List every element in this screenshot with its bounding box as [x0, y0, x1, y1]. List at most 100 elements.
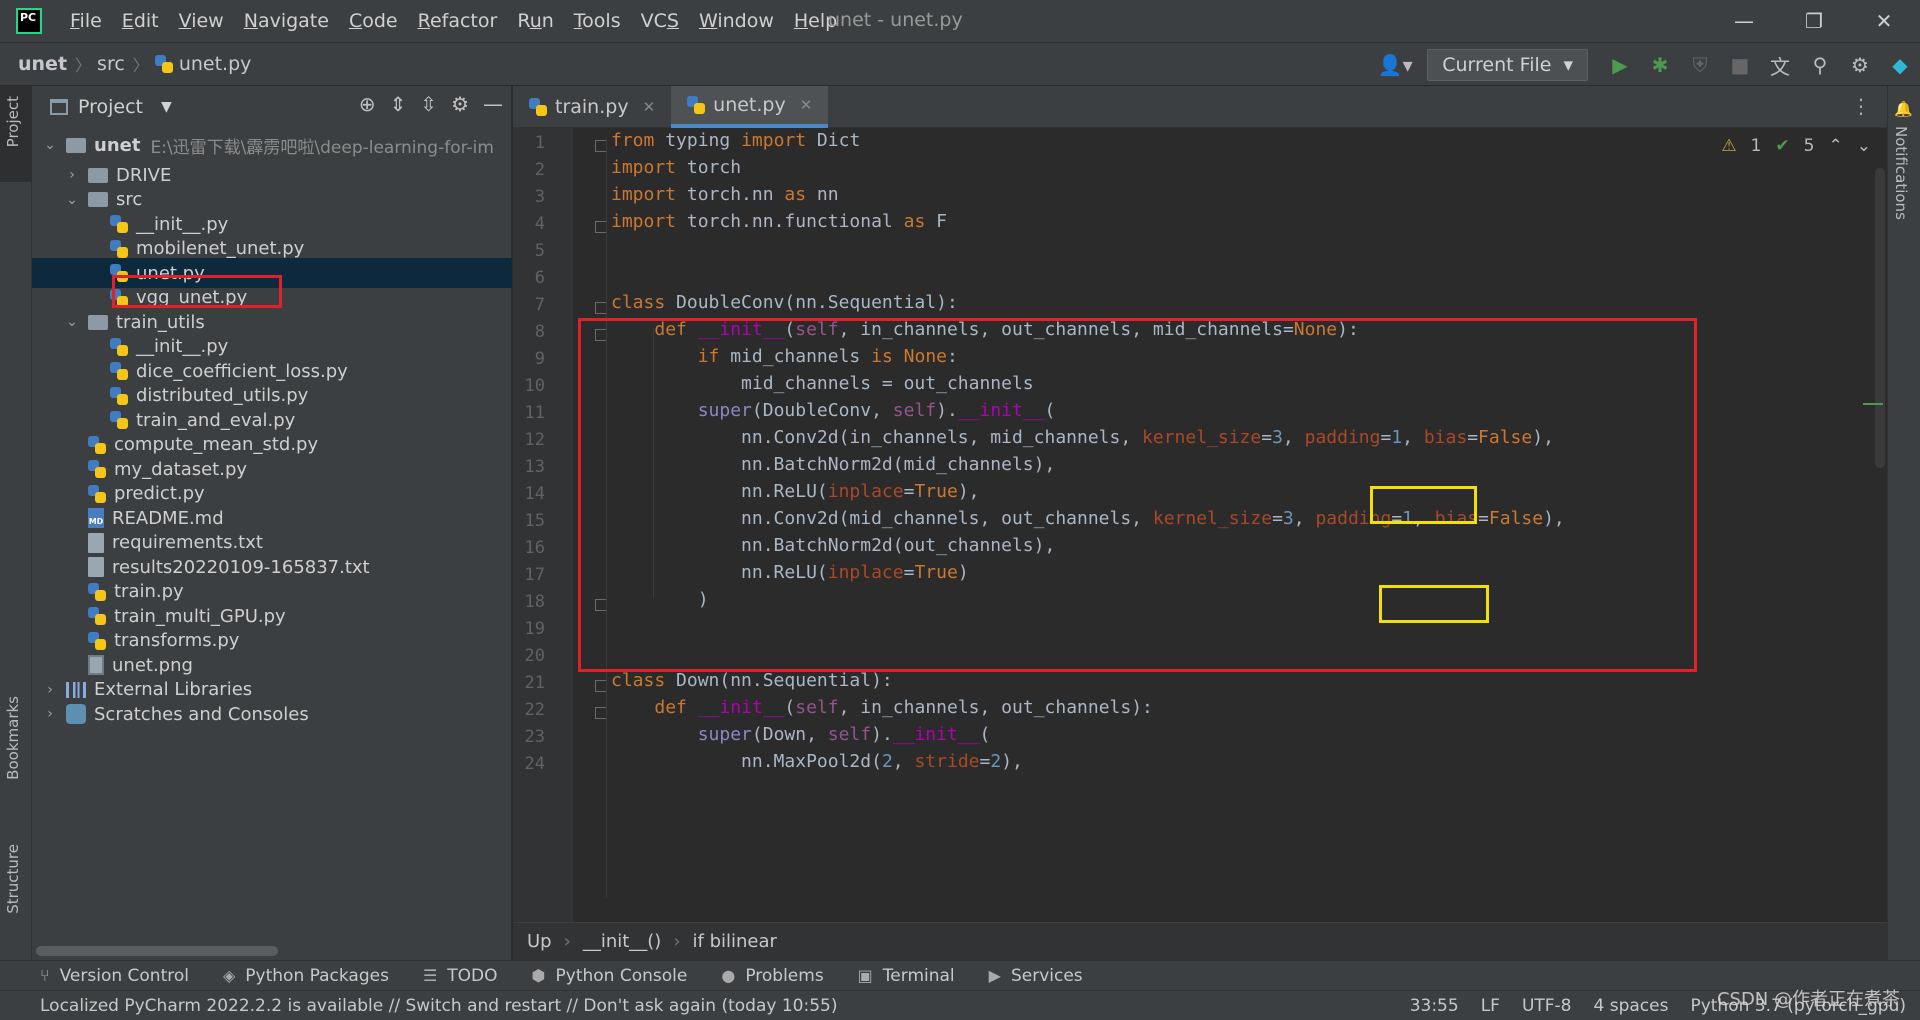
jetbrains-update-icon[interactable]: ◆ — [1880, 45, 1920, 85]
menu-item-4[interactable]: Code — [339, 10, 408, 32]
tool-window-version-control[interactable]: ⑂ Version Control — [40, 966, 189, 986]
code-line[interactable]: nn.MaxPool2d(2, stride=2), — [611, 745, 1023, 778]
line-number: 13 — [524, 457, 545, 477]
caret-position[interactable]: 33:55 — [1410, 996, 1459, 1016]
python-file-icon — [88, 582, 106, 601]
chevron-right-icon[interactable]: › — [42, 706, 58, 722]
menu-item-2[interactable]: View — [169, 10, 234, 32]
notifications-tool-button[interactable]: Notifications — [1892, 126, 1910, 220]
prev-highlight-icon[interactable]: ⌃ — [1829, 136, 1843, 156]
menu-item-6[interactable]: Run — [507, 10, 563, 32]
collapse-all-icon[interactable]: ⇳ — [420, 92, 437, 116]
close-tab-icon[interactable]: ✕ — [643, 98, 656, 116]
next-highlight-icon[interactable]: ⌄ — [1857, 136, 1871, 156]
restore-icon[interactable]: ❐ — [1786, 6, 1842, 36]
navigation-bar: unet 〉 src 〉 unet.py 👤▾ Current File ▾ ▶… — [0, 42, 1920, 86]
code-line[interactable]: import torch.nn.functional as F — [611, 205, 947, 238]
menu-item-9[interactable]: Window — [689, 10, 784, 32]
highlight-padding-first — [1370, 486, 1477, 524]
tool-window-problems[interactable]: ● Problems — [721, 966, 823, 986]
stop-icon[interactable]: ■ — [1720, 45, 1760, 85]
tool-window-label: Terminal — [882, 965, 955, 986]
run-icon[interactable]: ▶ — [1600, 45, 1640, 85]
close-icon[interactable]: ✕ — [1856, 6, 1912, 36]
expand-all-icon[interactable]: ⇕ — [390, 92, 407, 116]
image-file-icon — [88, 655, 104, 675]
tool-window-todo[interactable]: ☰ TODO — [423, 966, 498, 986]
python-file-icon — [88, 631, 106, 650]
tree-item-label: mobilenet_unet.py — [136, 238, 305, 259]
menu-bar: PC File Edit View Navigate Code Refactor Run To… — [0, 0, 1920, 42]
horizontal-scrollbar[interactable] — [36, 946, 278, 956]
tab-label: train.py — [555, 96, 629, 118]
code-crumb-class[interactable]: Up — [527, 931, 552, 952]
pycharm-logo-icon: PC — [16, 8, 42, 34]
markdown-file-icon: MD — [88, 508, 104, 528]
tree-item[interactable]: › Scratches and Consoles — [32, 699, 512, 729]
translate-icon[interactable]: 文 — [1760, 45, 1800, 85]
text-file-icon — [88, 532, 104, 553]
project-tool-button[interactable]: Project — [4, 96, 22, 147]
python-file-icon — [110, 215, 128, 233]
highlight-unet-file — [112, 275, 282, 308]
debug-icon[interactable]: ✱ — [1640, 45, 1680, 85]
bookmarks-tool-button[interactable]: Bookmarks — [4, 696, 22, 780]
vertical-scrollbar[interactable] — [1875, 168, 1885, 468]
right-tool-strip: 🔔 Notifications — [1887, 86, 1920, 986]
tool-window-icon: ⬢ — [531, 966, 546, 985]
breadcrumb-project[interactable]: unet — [18, 53, 67, 75]
menu-item-7[interactable]: Tools — [564, 10, 631, 32]
line-number: 18 — [524, 592, 545, 612]
menu-item-5[interactable]: Refactor — [408, 10, 508, 32]
line-number: 12 — [524, 430, 545, 450]
tab-train-py[interactable]: train.py ✕ — [513, 86, 671, 128]
line-number: 1 — [534, 133, 545, 153]
root-name: unet — [94, 134, 141, 156]
bell-icon[interactable]: 🔔 — [1894, 100, 1913, 118]
breadcrumb: unet 〉 src 〉 unet.py — [18, 53, 252, 75]
more-options-icon[interactable]: ⋮ — [1851, 94, 1871, 118]
line-separator[interactable]: LF — [1481, 996, 1500, 1016]
line-number: 4 — [534, 214, 545, 234]
python-file-icon — [110, 411, 128, 429]
inspection-widget[interactable]: ⚠ 1 ✔ 5 ⌃ ⌄ — [1721, 136, 1871, 156]
chevron-down-icon[interactable]: ⌄ — [64, 192, 80, 208]
hide-panel-icon[interactable]: — — [483, 92, 503, 116]
search-icon[interactable]: ⚲ — [1800, 45, 1840, 85]
settings-gear-icon[interactable]: ⚙ — [1840, 45, 1880, 85]
menu-item-3[interactable]: Navigate — [234, 10, 339, 32]
tool-window-python-packages[interactable]: ◈ Python Packages — [223, 966, 389, 986]
menu-item-1[interactable]: Edit — [112, 10, 169, 32]
gear-icon[interactable]: ⚙ — [451, 92, 469, 116]
menu-item-0[interactable]: File — [60, 10, 112, 32]
minimize-icon[interactable]: — — [1716, 6, 1772, 36]
locate-file-icon[interactable]: ⊕ — [359, 92, 376, 116]
coverage-icon[interactable]: ⛨ — [1680, 45, 1720, 85]
chevron-right-icon[interactable]: › — [64, 167, 80, 183]
tool-window-icon: ⑂ — [40, 966, 50, 985]
chevron-down-icon[interactable]: ⌄ — [64, 314, 80, 330]
chevron-right-icon[interactable]: › — [42, 682, 58, 698]
tool-window-services[interactable]: ▶ Services — [989, 966, 1083, 986]
chevron-down-icon[interactable]: ▼ — [161, 99, 172, 115]
code-crumb-block[interactable]: if bilinear — [693, 931, 777, 952]
tool-window-terminal[interactable]: ▣ Terminal — [858, 966, 955, 986]
run-configuration-select[interactable]: Current File ▾ — [1427, 49, 1588, 81]
user-icon[interactable]: 👤▾ — [1375, 45, 1415, 85]
tree-root-unet[interactable]: ⌄ unet E:\迅雷下载\霹雳吧啦\deep-learning-for-im — [32, 130, 512, 160]
python-file-icon — [529, 98, 547, 116]
breadcrumb-file[interactable]: unet.py — [179, 53, 252, 75]
structure-tool-button[interactable]: Structure — [4, 844, 22, 914]
project-panel-title[interactable]: Project — [78, 96, 143, 118]
code-editor[interactable]: 1 from typing import Dict 2 import torch 3 im… — [513, 128, 1887, 922]
tab-unet-py[interactable]: unet.py ✕ — [671, 86, 829, 128]
status-bar: Localized PyCharm 2022.2.2 is available … — [0, 990, 1920, 1020]
close-tab-icon[interactable]: ✕ — [800, 96, 813, 114]
menu-item-8[interactable]: VCS — [631, 10, 689, 32]
status-message[interactable]: Localized PyCharm 2022.2.2 is available … — [0, 996, 837, 1016]
code-crumb-method[interactable]: __init__() — [583, 931, 662, 952]
breadcrumb-src[interactable]: src — [97, 53, 125, 75]
tool-window-python-console[interactable]: ⬢ Python Console — [532, 966, 688, 986]
file-encoding[interactable]: UTF-8 — [1522, 996, 1572, 1016]
indent-setting[interactable]: 4 spaces — [1594, 996, 1669, 1016]
